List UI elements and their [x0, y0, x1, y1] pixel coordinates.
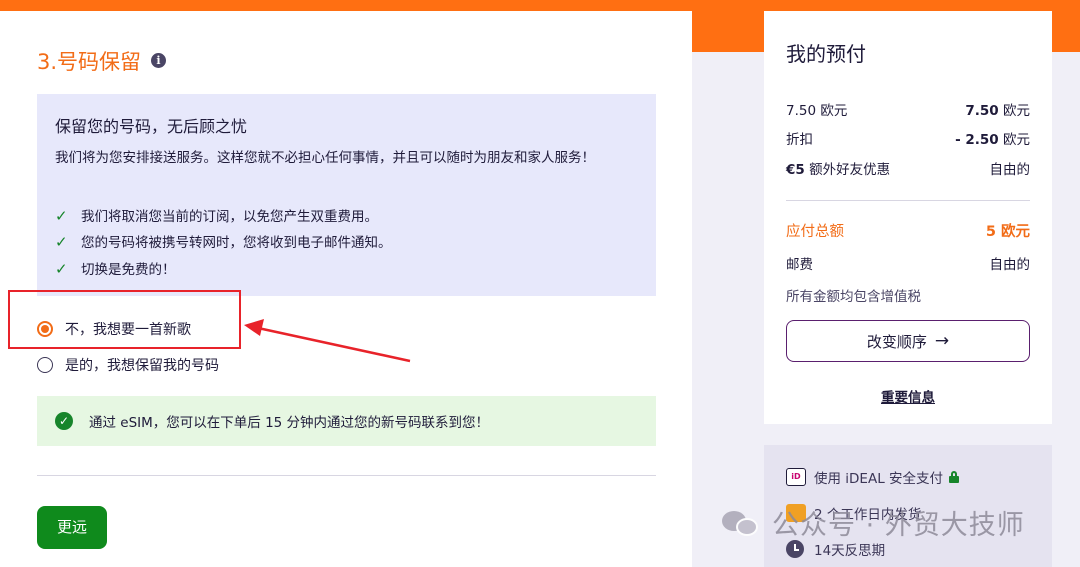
important-info-link[interactable]: 重要信息 [764, 386, 1052, 406]
shipping-value: 自由的 [989, 257, 1031, 273]
perk-reflection-text: 14天反思期 [814, 543, 886, 559]
discount-amount: €5 [786, 162, 805, 178]
total-label: 应付总额 [786, 224, 844, 240]
checkmark-icon: ✓ [55, 207, 68, 225]
arrow-right-icon: → [934, 331, 950, 351]
check-item-text: 我们将取消您当前的订阅，以免您产生双重费用。 [81, 209, 378, 225]
watermark-text: 公众号 · 外贸大技师 [772, 510, 1025, 541]
next-button[interactable]: 更远 [37, 506, 107, 549]
keep-box-description: 我们将为您安排接送服务。这样您就不必担心任何事情，并且可以随时为朋友和家人服务！ [55, 150, 595, 166]
check-item-text: 您的号码将被携号转网时，您将收到电子邮件通知。 [81, 235, 392, 251]
check-circle-icon: ✓ [55, 412, 73, 430]
checkmark-icon: ✓ [55, 233, 68, 251]
annotation-highlight-box [8, 290, 241, 349]
summary-row: 7.50 欧元 7.50 欧元 [786, 99, 1030, 119]
esim-notice: ✓ 通过 eSIM，您可以在下单后 15 分钟内通过您的新号码联系到您！ [37, 396, 656, 446]
ideal-icon: iD [786, 468, 806, 486]
keep-number-info-box: 保留您的号码，无后顾之忧 我们将为您安排接送服务。这样您就不必担心任何事情，并且… [37, 94, 656, 296]
section-title: 3.号码保留 [37, 50, 142, 74]
check-item: ✓ 切换是免费的！ [55, 258, 176, 278]
wechat-logo-icon [722, 507, 762, 539]
tax-note: 所有金额均包含增值税 [786, 289, 921, 305]
option-keep-number[interactable]: 是的，我想保留我的号码 [37, 355, 219, 375]
watermark: 公众号 · 外贸大技师 [722, 503, 1025, 542]
check-item: ✓ 我们将取消您当前的订阅，以免您产生双重费用。 [55, 205, 378, 225]
esim-notice-text: 通过 eSIM，您可以在下单后 15 分钟内通过您的新号码联系到您！ [89, 415, 490, 431]
total-unit: 欧元 [1001, 224, 1030, 240]
change-order-label: 改变顺序 [866, 332, 927, 351]
perk-reflection: 14天反思期 [786, 539, 885, 559]
summary-row-value: 自由的 [989, 162, 1031, 178]
lock-icon [949, 471, 960, 483]
perk-ideal-text: 使用 iDEAL 安全支付 [814, 471, 944, 487]
summary-divider [786, 200, 1030, 201]
summary-row-unit: 欧元 [1003, 103, 1030, 119]
summary-title: 我的预付 [786, 42, 866, 66]
summary-row-unit: 欧元 [1003, 132, 1030, 148]
divider [37, 475, 656, 476]
summary-row-value: 7.50 [965, 103, 999, 119]
change-order-button[interactable]: 改变顺序 → [786, 320, 1030, 362]
option-label: 是的，我想保留我的号码 [65, 358, 219, 374]
radio-unselected-icon[interactable] [37, 357, 53, 373]
check-item-text: 切换是免费的！ [81, 262, 176, 278]
summary-row-label: 额外好友优惠 [809, 162, 891, 178]
keep-box-title: 保留您的号码，无后顾之忧 [55, 117, 248, 136]
summary-row-label: 折扣 [786, 132, 813, 148]
perk-ideal: iD 使用 iDEAL 安全支付 [786, 467, 960, 487]
summary-row-value: - 2.50 [955, 132, 999, 148]
total-value: 5 [985, 224, 996, 240]
order-summary-card: 我的预付 7.50 欧元 7.50 欧元 折扣 - 2.50 欧元 €5 额外好… [764, 11, 1052, 424]
shipping-row: 邮费 自由的 [786, 253, 1030, 273]
summary-row: 折扣 - 2.50 欧元 [786, 128, 1030, 148]
check-item: ✓ 您的号码将被携号转网时，您将收到电子邮件通知。 [55, 231, 392, 251]
info-icon[interactable]: i [151, 53, 166, 68]
clock-icon [786, 540, 804, 558]
summary-row-label: 7.50 欧元 [786, 103, 848, 119]
total-row: 应付总额 5 欧元 [786, 220, 1030, 241]
shipping-label: 邮费 [786, 257, 813, 273]
checkmark-icon: ✓ [55, 260, 68, 278]
summary-row: €5 额外好友优惠 自由的 [786, 158, 1030, 178]
